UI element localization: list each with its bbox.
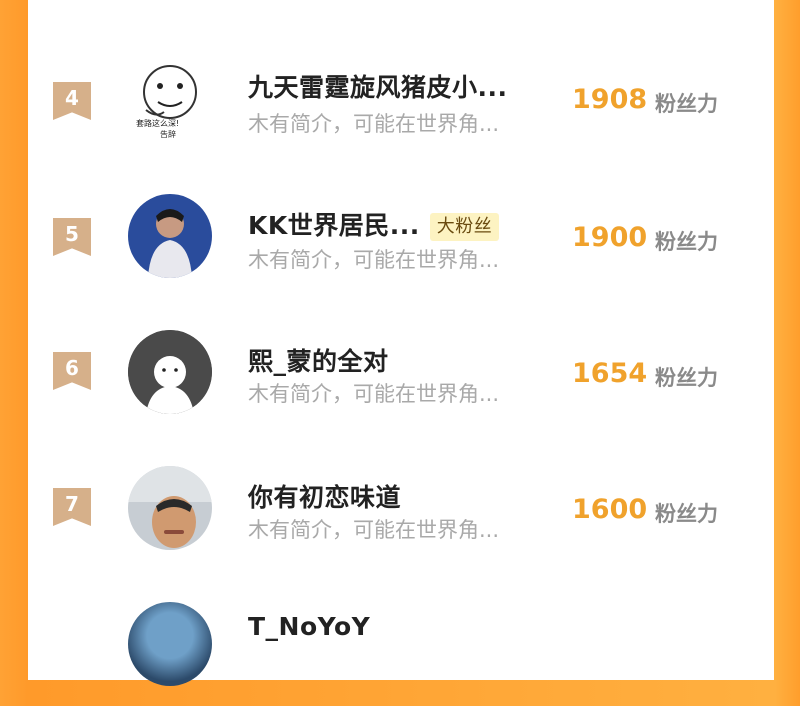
person-photo-icon[interactable] [128,194,212,278]
fan-power-count: 1600 [572,494,648,525]
rank-badge: 6 [53,352,91,390]
avatar-caption: 套路这么深! [136,119,180,128]
user-name[interactable]: 九天雷霆旋风猪皮小... [248,68,508,104]
list-item[interactable]: 6 熙_蒙的全对 木有简介，可能在世界角... 1654 粉丝力 [0,314,800,434]
user-name[interactable]: 你有初恋味道 [248,478,401,514]
user-bio: 木有简介，可能在世界角... [248,248,500,272]
list-item[interactable]: 7 你有初恋味道 木有简介，可能在世界角... 1600 粉丝力 [0,450,800,570]
avatar-caption: 告辞 [160,130,176,139]
user-bio: 木有简介，可能在世界角... [248,518,500,542]
fan-power-label: 粉丝力 [655,92,718,116]
fan-power-count: 1908 [572,84,648,115]
list-item[interactable]: 5 KK世界居民... 大粉丝 木有简介，可能在世界角... 1900 粉丝力 [0,178,800,298]
user-bio: 木有简介，可能在世界角... [248,112,500,136]
fan-badge: 大粉丝 [429,213,500,241]
user-name[interactable]: KK世界居民... 大粉丝 [248,206,500,242]
selfie-photo-icon[interactable] [128,466,212,550]
default-avatar-icon[interactable] [128,330,212,414]
photo-avatar-icon[interactable] [128,602,212,686]
fan-power-label: 粉丝力 [655,230,718,254]
fan-power-label: 粉丝力 [655,502,718,526]
meme-face-icon[interactable]: 套路这么深! 告辞 [128,58,212,142]
fan-power-label: 粉丝力 [655,366,718,390]
list-item[interactable]: 4 套路这么深! 告辞 九天雷霆旋风猪皮小... 木有简介，可能在世界角... … [0,40,800,160]
user-bio: 木有简介，可能在世界角... [248,382,500,406]
rank-badge: 5 [53,218,91,256]
fan-power-count: 1654 [572,358,648,389]
rank-badge: 4 [53,82,91,120]
user-name-text: KK世界居民... [248,211,420,240]
fan-power-count: 1900 [572,222,648,253]
user-name[interactable]: T_NoYoY [248,612,370,641]
list-item[interactable]: T_NoYoY [0,586,800,706]
rank-badge: 7 [53,488,91,526]
user-name[interactable]: 熙_蒙的全对 [248,342,389,378]
